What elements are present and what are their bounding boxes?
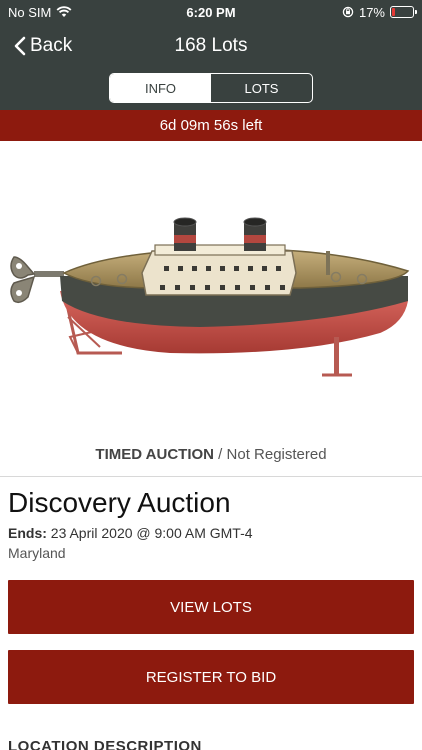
ends-value: 23 April 2020 @ 9:00 AM GMT-4 (46, 525, 253, 541)
register-label: REGISTER TO BID (145, 668, 277, 686)
auction-location: Maryland (8, 545, 66, 561)
chevron-left-icon (14, 36, 26, 56)
info-lots-segmented-control: INFO LOTS (109, 73, 313, 103)
divider (0, 476, 422, 477)
back-label: Back (30, 35, 73, 56)
auction-type-separator: / (214, 446, 227, 463)
registration-status: Not Registered (226, 446, 327, 463)
battery-icon (390, 6, 417, 18)
view-lots-button[interactable]: VIEW LOTS (8, 580, 414, 634)
orientation-lock-icon (342, 6, 354, 18)
navigation-bar: Back 168 Lots (0, 24, 422, 68)
toy-ship-illustration (10, 217, 410, 377)
auction-type: TIMED AUCTION (95, 446, 215, 463)
location-description-heading: LOCATION DESCRIPTION (8, 738, 202, 750)
auction-title: Discovery Auction (8, 487, 231, 518)
countdown-banner: 6d 09m 56s left (0, 110, 422, 141)
battery-fill (392, 8, 396, 16)
register-to-bid-button[interactable]: REGISTER TO BID (8, 650, 414, 704)
wifi-icon (56, 6, 72, 17)
countdown-text: 6d 09m 56s left (159, 117, 263, 134)
battery-percent: 17% (358, 4, 385, 20)
segment-area: INFO LOTS (0, 68, 422, 110)
status-left: No SIM (8, 5, 72, 20)
status-right: 17% (342, 4, 417, 20)
tab-lots[interactable]: LOTS (211, 74, 312, 102)
view-lots-label: VIEW LOTS (170, 598, 252, 616)
auction-hero-image[interactable] (0, 141, 422, 431)
status-bar: No SIM 6:20 PM 17% (0, 0, 422, 24)
tab-info[interactable]: INFO (110, 74, 211, 102)
carrier-label: No SIM (8, 4, 52, 20)
auction-type-line: TIMED AUCTION / Not Registered (0, 446, 422, 463)
ends-label: Ends: (8, 525, 47, 541)
auction-end-date: Ends: 23 April 2020 @ 9:00 AM GMT-4 (8, 525, 253, 541)
back-button[interactable]: Back (14, 24, 72, 68)
